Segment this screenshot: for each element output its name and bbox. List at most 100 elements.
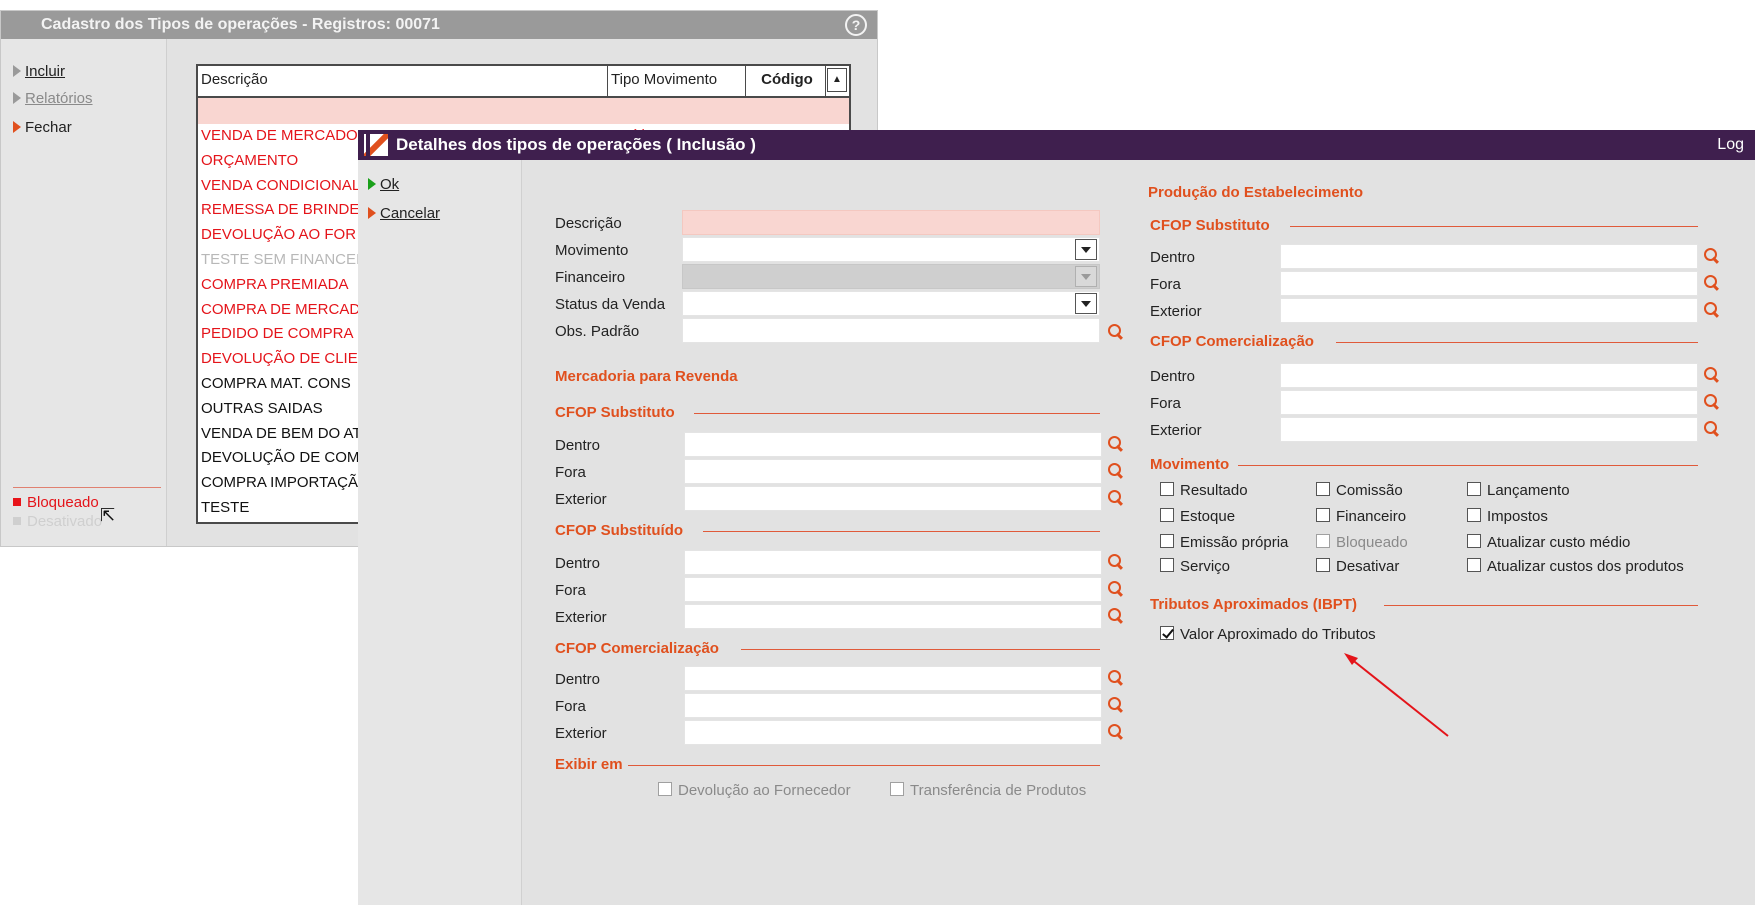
prod-comercializacao-fora-input[interactable] [1280, 390, 1698, 415]
section-divider [694, 413, 1100, 414]
help-icon[interactable]: ? [845, 14, 867, 36]
search-icon[interactable] [1108, 670, 1124, 686]
search-icon[interactable] [1108, 608, 1124, 624]
desativar-checkbox[interactable]: Desativar [1316, 558, 1399, 575]
cfop-substituido-dentro-input[interactable] [684, 550, 1102, 575]
impostos-checkbox[interactable]: Impostos [1467, 508, 1548, 525]
prod-substituto-exterior-input[interactable] [1280, 298, 1698, 323]
atualizar-custo-medio-checkbox[interactable]: Atualizar custo médio [1467, 534, 1630, 551]
checkbox-checked-box[interactable] [1160, 626, 1174, 641]
search-icon[interactable] [1108, 324, 1124, 340]
comissao-checkbox[interactable]: Comissão [1316, 482, 1403, 499]
table-row-selected[interactable] [198, 98, 849, 124]
search-icon[interactable] [1704, 394, 1720, 410]
fora-label: Fora [1150, 395, 1181, 412]
checkbox-box[interactable] [1160, 534, 1174, 549]
search-icon[interactable] [1108, 724, 1124, 740]
section-divider [1238, 465, 1698, 466]
cfop-substituido-exterior-input[interactable] [684, 604, 1102, 629]
triangle-icon [368, 207, 376, 220]
bg-window-title: Cadastro dos Tipos de operações - Regist… [41, 16, 440, 33]
scroll-up-button[interactable]: ▲ [827, 68, 847, 92]
checkbox-box[interactable] [1316, 534, 1330, 549]
checkbox-box[interactable] [890, 782, 904, 797]
incluir-button[interactable]: Incluir [13, 63, 65, 80]
search-icon[interactable] [1704, 302, 1720, 318]
search-icon[interactable] [1704, 248, 1720, 264]
search-icon[interactable] [1108, 554, 1124, 570]
movimento-select[interactable] [682, 237, 1100, 262]
checkbox-box[interactable] [1467, 534, 1481, 549]
checkbox-label: Atualizar custo médio [1487, 534, 1631, 551]
col-tipo-movimento[interactable]: Tipo Movimento [608, 66, 746, 96]
cfop-comercializacao-exterior-input[interactable] [684, 720, 1102, 745]
cfop-substituto-fora-input[interactable] [684, 459, 1102, 484]
table-header: Descrição Tipo Movimento Código [198, 66, 849, 98]
search-icon[interactable] [1108, 490, 1124, 506]
cancelar-button[interactable]: Cancelar [368, 205, 440, 222]
bloqueado-filter[interactable]: Bloqueado [13, 494, 99, 511]
cfop-comercializacao-fora-input[interactable] [684, 693, 1102, 718]
cfop-substituto-dentro-input[interactable] [684, 432, 1102, 457]
checkbox-label: Serviço [1180, 558, 1231, 575]
prod-substituto-dentro-input[interactable] [1280, 244, 1698, 269]
section-divider [741, 649, 1100, 650]
status-venda-select[interactable] [682, 291, 1100, 316]
search-icon[interactable] [1108, 463, 1124, 479]
log-link[interactable]: Log [1717, 130, 1744, 160]
bloqueado-checkbox[interactable]: Bloqueado [1316, 534, 1408, 551]
search-icon[interactable] [1704, 421, 1720, 437]
checkbox-box[interactable] [1160, 508, 1174, 523]
emissao-propria-checkbox[interactable]: Emissão própria [1160, 534, 1288, 551]
checkbox-box[interactable] [1467, 508, 1481, 523]
prod-comercializacao-exterior-input[interactable] [1280, 417, 1698, 442]
checkbox-label: Desativar [1336, 558, 1400, 575]
obs-padrao-input[interactable] [682, 318, 1100, 343]
checkbox-box[interactable] [1316, 558, 1330, 573]
col-descricao[interactable]: Descrição [198, 66, 608, 96]
exterior-label: Exterior [555, 609, 607, 626]
checkbox-box[interactable] [1160, 482, 1174, 497]
prod-comercializacao-dentro-input[interactable] [1280, 363, 1698, 388]
checkbox-box[interactable] [1467, 482, 1481, 497]
cfop-substituido-fora-input[interactable] [684, 577, 1102, 602]
checkbox-box[interactable] [658, 782, 672, 797]
estoque-checkbox[interactable]: Estoque [1160, 508, 1235, 525]
chevron-down-icon [1075, 266, 1097, 287]
exibir-em-heading: Exibir em [555, 756, 623, 773]
chevron-down-icon[interactable] [1075, 239, 1097, 260]
lancamento-checkbox[interactable]: Lançamento [1467, 482, 1570, 499]
valor-aproximado-checkbox[interactable]: Valor Aproximado do Tributos [1160, 626, 1376, 643]
status-venda-label: Status da Venda [555, 296, 666, 313]
search-icon[interactable] [1108, 581, 1124, 597]
cfop-comercializacao-dentro-input[interactable] [684, 666, 1102, 691]
financeiro-checkbox[interactable]: Financeiro [1316, 508, 1406, 525]
movimento-label: Movimento [555, 242, 629, 259]
financeiro-select[interactable] [682, 264, 1100, 289]
devolucao-fornecedor-checkbox[interactable]: Devolução ao Fornecedor [658, 782, 851, 799]
checkbox-label: Financeiro [1336, 508, 1407, 525]
atualizar-custos-produtos-checkbox[interactable]: Atualizar custos dos produtos [1467, 558, 1684, 575]
col-codigo[interactable]: Código [746, 66, 826, 96]
search-icon[interactable] [1108, 436, 1124, 452]
ok-button[interactable]: Ok [368, 176, 399, 193]
desativado-filter[interactable]: Desativado [13, 513, 102, 530]
checkbox-box[interactable] [1316, 482, 1330, 497]
transferencia-produtos-checkbox[interactable]: Transferência de Produtos [890, 782, 1086, 799]
checkbox-box[interactable] [1467, 558, 1481, 573]
prod-substituto-fora-input[interactable] [1280, 271, 1698, 296]
checkbox-label: Atualizar custos dos produtos [1487, 558, 1684, 575]
resultado-checkbox[interactable]: Resultado [1160, 482, 1248, 499]
checkbox-box[interactable] [1316, 508, 1330, 523]
search-icon[interactable] [1704, 367, 1720, 383]
triangle-icon [13, 121, 21, 134]
checkbox-box[interactable] [1160, 558, 1174, 573]
chevron-down-icon[interactable] [1075, 293, 1097, 314]
cfop-substituto-exterior-input[interactable] [684, 486, 1102, 511]
relatorios-button[interactable]: Relatórios [13, 90, 93, 107]
servico-checkbox[interactable]: Serviço [1160, 558, 1230, 575]
search-icon[interactable] [1108, 697, 1124, 713]
search-icon[interactable] [1704, 275, 1720, 291]
descricao-input[interactable] [682, 210, 1100, 235]
fechar-button[interactable]: Fechar [13, 119, 72, 136]
